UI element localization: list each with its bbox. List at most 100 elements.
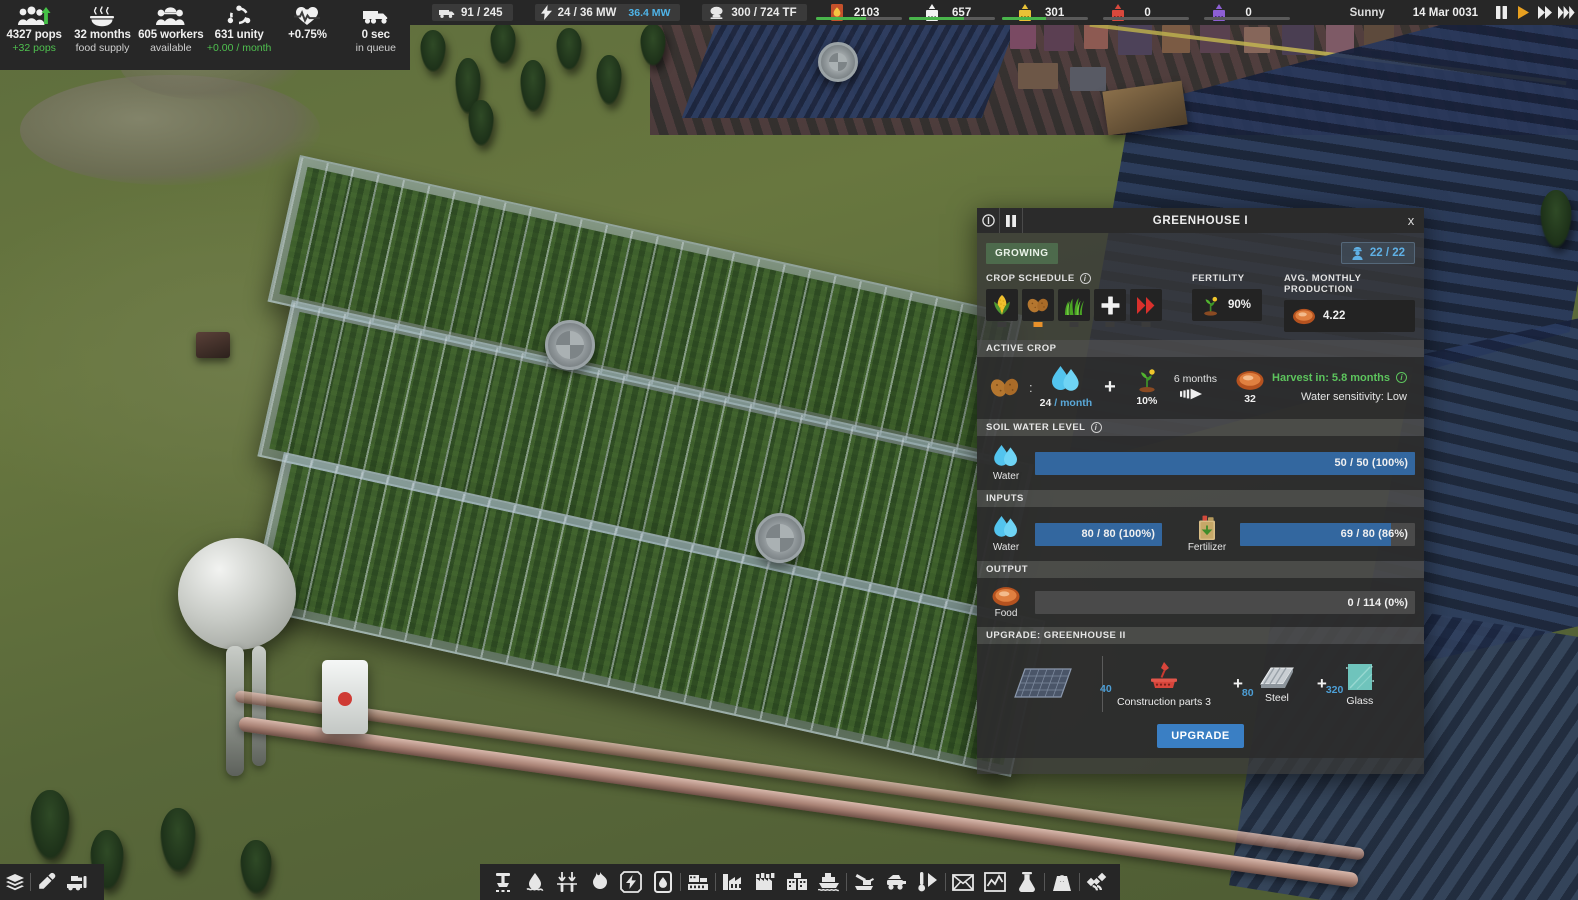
crop-water-requirement: 24 / month	[1039, 365, 1093, 409]
stat-value: 4327 pops	[6, 29, 62, 41]
toolbar-divider	[846, 873, 847, 891]
bulldozer-button[interactable]	[61, 864, 91, 900]
soil-water-label: SOIL WATER LEVEL	[986, 422, 1086, 433]
pause-building-button[interactable]	[1000, 208, 1023, 233]
crop-slot-grass[interactable]	[1058, 289, 1090, 327]
crop-slot-add[interactable]	[1094, 289, 1126, 327]
hud-stat-unity[interactable]: 631 unity +0.00 / month	[205, 0, 273, 54]
input-water-progress-bar: 80 / 80 (100%)	[1035, 522, 1162, 546]
utility-cabinet[interactable]	[322, 660, 368, 734]
hud-resource-bar: 91 / 245 24 / 36 MW 36.4 MW 300 / 724 TF…	[410, 0, 1578, 25]
tool-research[interactable]	[1012, 864, 1042, 900]
cost-qty: 320	[1325, 683, 1344, 696]
output-label: OUTPUT	[986, 564, 1029, 575]
crop-fertilizer-value: 10%	[1136, 395, 1158, 407]
stat-value: 605 workers	[138, 29, 204, 41]
hud-stat-health[interactable]: +0.75%	[273, 0, 341, 42]
toolbar-divider	[1079, 873, 1080, 891]
greenhouse-fan	[545, 320, 595, 370]
crop-slot-potato[interactable]	[1022, 289, 1054, 327]
status-badge: GROWING	[986, 242, 1058, 264]
info-button[interactable]	[977, 208, 1000, 233]
food-icon	[1292, 308, 1316, 325]
soil-water-row-label: Water	[986, 444, 1026, 482]
tool-maintenance[interactable]	[1047, 864, 1077, 900]
stat-sub: +0.00 / month	[206, 42, 272, 54]
output-header: OUTPUT	[977, 561, 1424, 578]
upgrade-button[interactable]: UPGRADE	[1157, 724, 1244, 748]
fast-forward-button[interactable]	[1534, 0, 1556, 25]
hud-stat-queue[interactable]: 0 sec in queue	[342, 0, 410, 54]
fertility-label: FERTILITY	[1192, 273, 1245, 284]
tool-port[interactable]	[814, 864, 844, 900]
pause-button[interactable]	[1490, 0, 1512, 25]
hud-res-compute[interactable]: 300 / 724 TF	[702, 4, 807, 21]
crop-water-value: 24 / month	[1039, 397, 1093, 409]
tool-logistics[interactable]	[782, 864, 812, 900]
upgrade-header: UPGRADE: GREENHOUSE II	[977, 627, 1424, 644]
tool-factory[interactable]	[718, 864, 748, 900]
soil-water-info-icon[interactable]: i	[1090, 422, 1102, 433]
avg-production-label: AVG. MONTHLY PRODUCTION	[1284, 273, 1362, 295]
close-icon[interactable]: x	[1398, 208, 1424, 233]
panel-body: GROWING 22 / 22 CROP SCHEDULE i FERTILIT…	[977, 233, 1424, 774]
hud-stat-food[interactable]: 32 months food supply	[68, 0, 136, 54]
tool-terraform[interactable]	[913, 864, 943, 900]
pipette-button[interactable]	[31, 864, 61, 900]
tool-heavy-industry[interactable]	[750, 864, 780, 900]
toolbar-divider	[945, 873, 946, 891]
tool-flare[interactable]	[584, 864, 614, 900]
hud-res-vehicles[interactable]: 91 / 245	[432, 4, 513, 21]
meter-bar-purple	[1203, 17, 1290, 20]
hud-stat-workers[interactable]: 605 workers available	[137, 0, 205, 54]
input-fertilizer-name: Fertilizer	[1187, 542, 1227, 553]
stat-sub: available	[150, 42, 192, 54]
crop-schedule-block: CROP SCHEDULE i	[986, 273, 1162, 332]
toolbar-divider	[1044, 873, 1045, 891]
stat-sub: food supply	[75, 42, 130, 54]
worker-count-value: 22 / 22	[1369, 247, 1405, 259]
meter-bar-red	[1102, 17, 1189, 20]
potato-icon	[988, 375, 1022, 399]
status-row: GROWING 22 / 22	[977, 233, 1424, 273]
tool-excavator[interactable]	[849, 864, 879, 900]
inputs-body: Water 80 / 80 (100%) Fertilizer 69 / 80 …	[977, 507, 1424, 561]
tool-power[interactable]	[616, 864, 646, 900]
tool-extractor[interactable]	[488, 864, 518, 900]
tool-vehicles[interactable]	[881, 864, 911, 900]
cost-name: Glass	[1346, 694, 1374, 707]
tool-storage[interactable]	[648, 864, 678, 900]
output-row: Food 0 / 114 (0%)	[986, 586, 1415, 619]
crop-slot-skip[interactable]	[1130, 289, 1162, 327]
water-tank[interactable]	[178, 538, 296, 650]
play-button[interactable]	[1512, 0, 1534, 25]
crop-slot-corn[interactable]	[986, 289, 1018, 327]
stat-value: 631 unity	[214, 29, 264, 41]
hud-res-power[interactable]: 24 / 36 MW 36.4 MW	[534, 4, 681, 21]
crop-yield-value: 32	[1244, 392, 1256, 405]
soil-water-body: Water 50 / 50 (100%)	[977, 436, 1424, 490]
power-icon	[540, 5, 552, 20]
input-water-name: Water	[992, 542, 1020, 553]
active-crop-header: ACTIVE CROP	[977, 340, 1424, 357]
ultra-speed-button[interactable]	[1556, 0, 1578, 25]
building-panel[interactable]: GREENHOUSE I x GROWING 22 / 22 CROP SCHE…	[977, 208, 1424, 774]
layers-button[interactable]	[0, 864, 30, 900]
fertility-block: FERTILITY 90%	[1192, 273, 1263, 332]
arrow-right-icon	[1180, 387, 1210, 401]
tree	[160, 808, 196, 872]
tool-housing[interactable]	[683, 864, 713, 900]
fertilizer-icon	[1196, 515, 1218, 541]
worker-count-badge[interactable]: 22 / 22	[1340, 242, 1415, 264]
crop-schedule-info-icon[interactable]: i	[1079, 273, 1091, 284]
tool-satellite[interactable]	[1082, 864, 1112, 900]
hud-stat-population[interactable]: 4327 pops +32 pops	[0, 0, 68, 54]
tool-water[interactable]	[520, 864, 550, 900]
tool-mail[interactable]	[948, 864, 978, 900]
workers-icon	[154, 4, 188, 28]
tool-stats[interactable]	[980, 864, 1010, 900]
harvest-info-icon[interactable]: i	[1396, 372, 1407, 383]
tool-farming[interactable]	[552, 864, 582, 900]
crop-schedule-label: CROP SCHEDULE	[986, 273, 1075, 284]
panel-header: GREENHOUSE I x	[977, 208, 1424, 233]
